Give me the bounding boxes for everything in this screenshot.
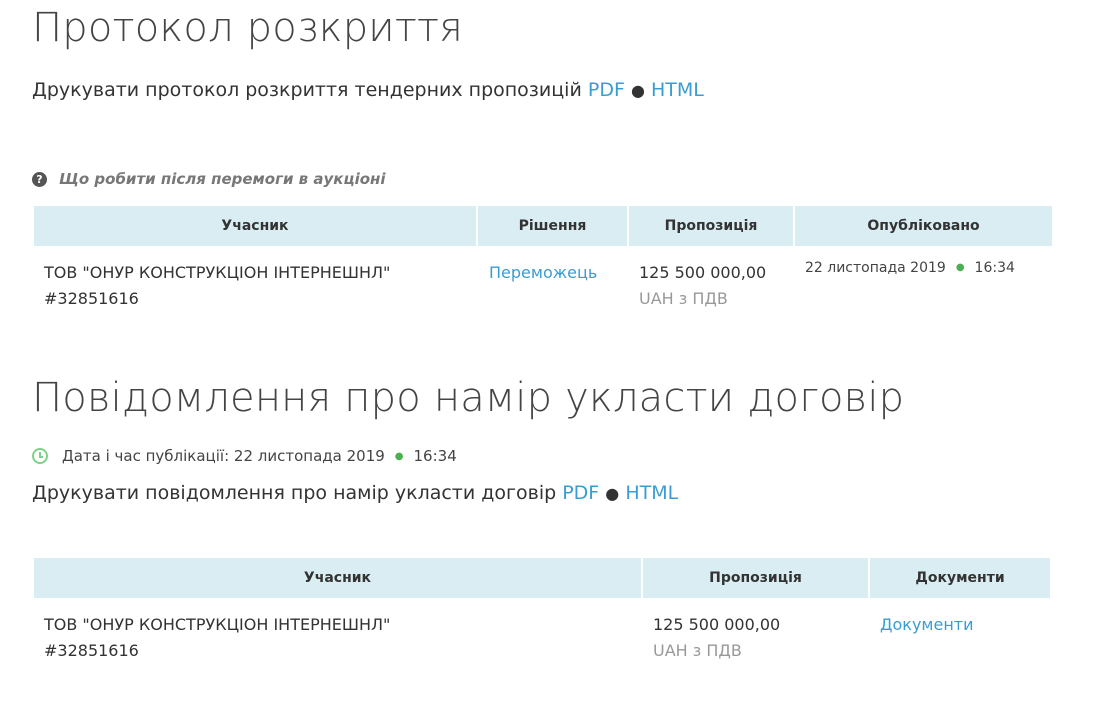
notice-table: Учасник Пропозиція Документи ТОВ "ОНУР К… [32, 558, 1052, 664]
opening-print-line: Друкувати протокол розкриття тендерних п… [32, 79, 704, 101]
clock-icon [32, 448, 48, 464]
col-header-offer: Пропозиція [643, 558, 868, 598]
col-header-documents: Документи [870, 558, 1050, 598]
col-header-participant: Учасник [34, 558, 641, 598]
winner-link[interactable]: Переможець [489, 263, 597, 282]
participant-cell: ТОВ "ОНУР КОНСТРУКЦІОН ІНТЕРНЕШНЛ" #3285… [34, 246, 476, 312]
opening-separator: ● [630, 81, 645, 100]
offer-amount: 125 500 000,00 [653, 615, 781, 634]
dot-separator-icon: ● [394, 450, 404, 462]
notice-pub-time: 16:34 [413, 447, 457, 465]
table-row: ТОВ "ОНУР КОНСТРУКЦІОН ІНТЕРНЕШНЛ" #3285… [34, 598, 1050, 664]
intent-notice-title: Повідомлення про намір укласти договір [32, 375, 905, 421]
offer-amount: 125 500 000,00 [639, 263, 767, 282]
notice-pdf-link[interactable]: PDF [562, 482, 599, 504]
notice-pub-label: Дата і час публікації: 22 листопада 2019 [62, 447, 385, 465]
col-header-offer: Пропозиція [629, 206, 793, 246]
opening-table: Учасник Рішення Пропозиція Опубліковано … [32, 206, 1054, 312]
opening-protocol-title: Протокол розкриття [32, 5, 464, 51]
participant-id: #32851616 [44, 641, 139, 660]
notice-separator: ● [605, 484, 620, 503]
participant-cell: ТОВ "ОНУР КОНСТРУКЦІОН ІНТЕРНЕШНЛ" #3285… [34, 598, 641, 664]
notice-publication-info: Дата і час публікації: 22 листопада 2019… [32, 447, 457, 465]
opening-html-link[interactable]: HTML [651, 79, 704, 101]
opening-pdf-link[interactable]: PDF [588, 79, 625, 101]
opening-print-text: Друкувати протокол розкриття тендерних п… [32, 79, 582, 101]
documents-link[interactable]: Документи [880, 615, 974, 634]
participant-name: ТОВ "ОНУР КОНСТРУКЦІОН ІНТЕРНЕШНЛ" [44, 263, 391, 282]
table-row: ТОВ "ОНУР КОНСТРУКЦІОН ІНТЕРНЕШНЛ" #3285… [34, 246, 1052, 312]
dot-separator-icon: ● [955, 262, 965, 273]
offer-cell: 125 500 000,00 UAH з ПДВ [629, 246, 793, 312]
auction-win-hint[interactable]: ? Що робити після перемоги в аукціоні [32, 170, 386, 188]
published-time: 16:34 [974, 260, 1015, 276]
documents-cell: Документи [870, 598, 1050, 664]
col-header-published: Опубліковано [795, 206, 1052, 246]
notice-print-text: Друкувати повідомлення про намір укласти… [32, 482, 557, 504]
notice-print-line: Друкувати повідомлення про намір укласти… [32, 482, 678, 504]
published-date: 22 листопада 2019 [805, 260, 946, 276]
participant-name: ТОВ "ОНУР КОНСТРУКЦІОН ІНТЕРНЕШНЛ" [44, 615, 391, 634]
offer-currency: UAH з ПДВ [653, 641, 742, 660]
col-header-decision: Рішення [478, 206, 627, 246]
notice-html-link[interactable]: HTML [625, 482, 678, 504]
participant-id: #32851616 [44, 289, 139, 308]
published-cell: 22 листопада 2019 ● 16:34 [795, 246, 1052, 312]
decision-cell: Переможець [478, 246, 627, 312]
question-icon: ? [32, 171, 47, 187]
offer-currency: UAH з ПДВ [639, 289, 728, 308]
auction-win-hint-text[interactable]: Що робити після перемоги в аукціоні [59, 170, 386, 188]
offer-cell: 125 500 000,00 UAH з ПДВ [643, 598, 868, 664]
col-header-participant: Учасник [34, 206, 476, 246]
